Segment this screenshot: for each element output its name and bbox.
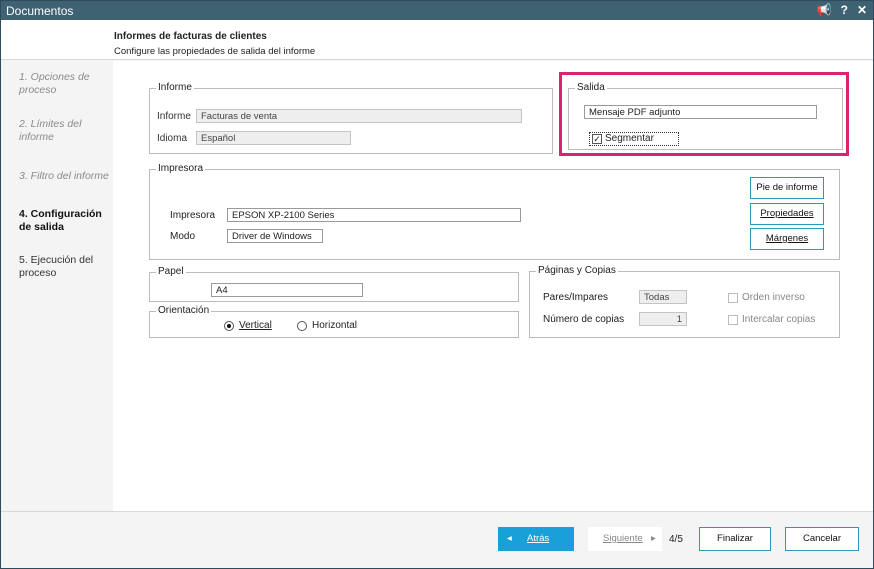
back-button[interactable]: ◂ Atrás xyxy=(498,527,574,551)
informe-label: Informe xyxy=(157,111,191,122)
horizontal-label: Horizontal xyxy=(312,320,358,331)
step-configuracion[interactable]: 4. Configuración de salida xyxy=(19,208,111,234)
orientacion-legend: Orientación xyxy=(156,305,212,316)
paginas-group: Páginas y Copias Pares/Impares Todas Núm… xyxy=(529,265,840,338)
orden-inverso-label: Orden inverso xyxy=(742,292,805,303)
intercalar-checkbox[interactable] xyxy=(728,315,738,325)
informe-legend: Informe xyxy=(156,82,194,93)
next-arrow-icon: ▸ xyxy=(651,533,656,544)
page-counter: 4/5 xyxy=(669,534,683,545)
informe-group: Informe Informe Facturas de venta Idioma… xyxy=(149,82,553,154)
wizard-footer: ◂ Atrás Siguiente ▸ 4/5 Finalizar Cancel… xyxy=(1,511,873,568)
window-controls: 📢 ? ✕ xyxy=(817,3,867,17)
page-subtitle: Configure las propiedades de salida del … xyxy=(114,46,316,57)
informe-field[interactable]: Facturas de venta xyxy=(196,109,522,123)
page-title: Informes de facturas de clientes xyxy=(114,31,267,42)
close-icon[interactable]: ✕ xyxy=(857,3,867,17)
title-bar: Documentos 📢 ? ✕ xyxy=(1,1,873,20)
orden-inverso-checkbox[interactable] xyxy=(728,293,738,303)
propiedades-button[interactable]: Propiedades xyxy=(750,203,824,225)
back-arrow-icon: ◂ xyxy=(507,533,512,544)
pares-label: Pares/Impares xyxy=(543,292,609,303)
help-icon[interactable]: ? xyxy=(841,3,848,17)
margenes-button[interactable]: Márgenes xyxy=(750,228,824,250)
idioma-field[interactable]: Español xyxy=(196,131,351,145)
step-ejecucion[interactable]: 5. Ejecución del proceso xyxy=(19,254,107,280)
wizard-header: Informes de facturas de clientes Configu… xyxy=(1,20,873,60)
impresora-group: Impresora Impresora EPSON XP-2100 Series… xyxy=(149,163,840,260)
intercalar-label: Intercalar copias xyxy=(742,314,816,325)
vertical-label: Vertical xyxy=(239,320,272,331)
modo-label: Modo xyxy=(170,231,196,242)
next-label: Siguiente xyxy=(603,533,643,544)
copias-label: Número de copias xyxy=(543,314,625,325)
cancel-button[interactable]: Cancelar xyxy=(785,527,859,551)
dialog-window: Documentos 📢 ? ✕ Informes de facturas de… xyxy=(0,0,874,569)
back-label: Atrás xyxy=(527,533,550,544)
highlight-frame xyxy=(559,72,849,156)
step-opciones[interactable]: 1. Opciones de proceso xyxy=(19,71,107,97)
step-filtro[interactable]: 3. Filtro del informe xyxy=(19,170,111,183)
papel-legend: Papel xyxy=(156,266,186,277)
papel-field[interactable]: A4 xyxy=(211,283,363,297)
finish-button[interactable]: Finalizar xyxy=(699,527,771,551)
step-limites[interactable]: 2. Límites del informe xyxy=(19,118,107,144)
papel-group: Papel A4 xyxy=(149,266,519,302)
impresora-label: Impresora xyxy=(170,210,216,221)
paginas-legend: Páginas y Copias xyxy=(536,265,618,276)
announce-icon[interactable]: 📢 xyxy=(817,3,832,17)
modo-field[interactable]: Driver de Windows xyxy=(227,229,323,243)
wizard-steps: 1. Opciones de proceso 2. Límites del in… xyxy=(1,61,113,511)
window-title: Documentos xyxy=(6,4,74,18)
pares-field[interactable]: Todas xyxy=(639,290,687,304)
vertical-radio[interactable] xyxy=(224,321,234,331)
horizontal-radio[interactable] xyxy=(297,321,307,331)
idioma-label: Idioma xyxy=(157,133,188,144)
next-button[interactable]: Siguiente ▸ xyxy=(588,527,662,551)
orientacion-group: Orientación Vertical Horizontal xyxy=(149,305,519,338)
pie-informe-button[interactable]: Pie de informe xyxy=(750,177,824,199)
impresora-legend: Impresora xyxy=(156,163,206,174)
copias-field[interactable]: 1 xyxy=(639,312,687,326)
impresora-field[interactable]: EPSON XP-2100 Series xyxy=(227,208,521,222)
